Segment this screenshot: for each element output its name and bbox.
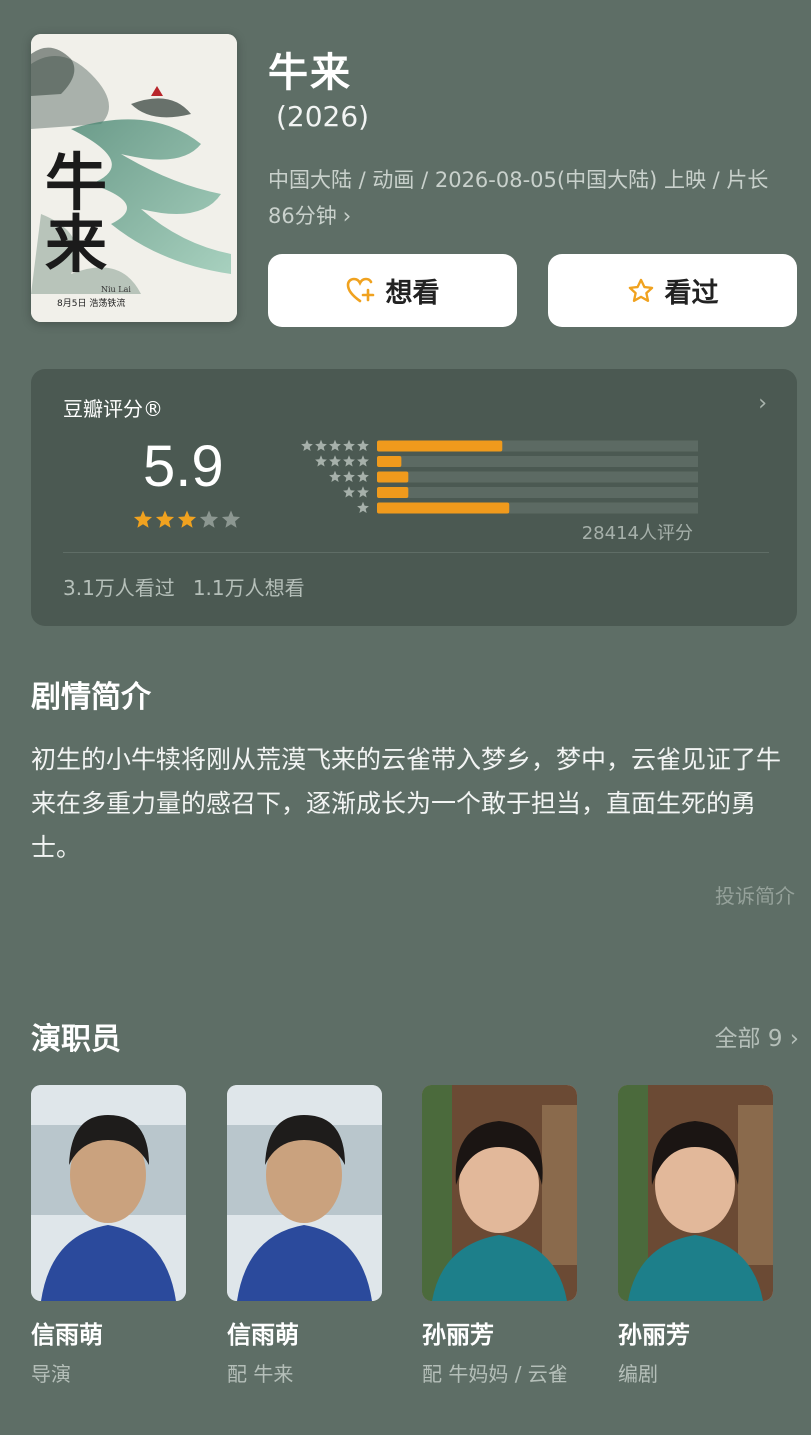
star-filled-icon — [177, 510, 197, 528]
distribution-bar-2-star — [377, 487, 409, 498]
star-small-icon — [357, 439, 369, 452]
cast-role: 配 牛来 — [227, 1362, 294, 1386]
movie-year: (2026) — [276, 100, 370, 133]
cast-name: 孙丽芳 — [618, 1321, 690, 1349]
distribution-bar-3-star — [377, 471, 409, 483]
wanted-count: 1.1万人想看 — [192, 576, 305, 600]
star-small-icon — [357, 470, 369, 483]
distribution-bar-5-star — [377, 440, 503, 452]
cast-role: 配 牛妈妈 / 云雀 — [422, 1362, 568, 1386]
avatar — [618, 1085, 773, 1301]
synopsis-text: 初生的小牛犊将刚从荒漠飞来的云雀带入梦乡，梦中，云雀见证了牛来在多重力量的感召下… — [31, 745, 782, 862]
all-cast-link[interactable]: 全部 9 › — [715, 1019, 799, 1053]
report-synopsis-link[interactable]: 投诉简介 — [715, 880, 795, 909]
avatar — [227, 1085, 382, 1301]
star-small-icon — [357, 455, 369, 467]
cast-member[interactable]: 信雨萌 配 牛来 — [227, 1085, 382, 1387]
seen-label: 看过 — [664, 278, 719, 309]
rating-count: 28414人评分 — [581, 523, 693, 544]
chevron-right-icon: › — [789, 1026, 799, 1052]
want-to-watch-button[interactable]: 想看 — [268, 254, 517, 327]
star-small-icon — [343, 455, 355, 467]
star-small-icon — [315, 439, 327, 452]
cast-photo — [422, 1085, 577, 1301]
movie-poster[interactable]: 牛来 Niu Lai 8月5日 浩荡铁流 — [31, 34, 237, 322]
star-small-icon — [329, 455, 341, 467]
distribution-track — [377, 487, 698, 498]
chevron-right-icon: › — [758, 391, 767, 416]
want-label: 想看 — [385, 278, 440, 309]
movie-title: 牛来 — [268, 50, 352, 96]
star-filled-icon — [133, 510, 153, 528]
distribution-bar-1-star — [377, 502, 510, 514]
star-small-icon — [343, 470, 355, 483]
heart-plus-icon — [346, 277, 374, 302]
cast-role: 导演 — [31, 1362, 71, 1386]
star-empty-icon — [221, 510, 241, 528]
all-cast-label: 全部 9 — [714, 1026, 783, 1052]
star-small-icon — [357, 486, 369, 498]
avatar — [31, 1085, 186, 1301]
cast-name: 信雨萌 — [227, 1321, 299, 1349]
cast-name: 信雨萌 — [31, 1321, 103, 1349]
star-small-icon — [315, 455, 327, 467]
poster-image: 牛来 Niu Lai 8月5日 浩荡铁流 — [31, 34, 237, 322]
star-small-icon — [329, 439, 341, 452]
star-outline-icon — [628, 278, 653, 302]
svg-text:8月5日 浩荡铁流: 8月5日 浩荡铁流 — [57, 297, 125, 309]
star-small-icon — [301, 439, 313, 452]
cast-member[interactable]: 孙丽芳 编剧 — [618, 1085, 773, 1387]
synopsis-heading: 剧情简介 — [31, 680, 151, 715]
cast-heading: 演职员 — [31, 1022, 121, 1057]
distribution-track — [377, 456, 698, 467]
distribution-bar-4-star — [377, 456, 402, 467]
star-small-icon — [343, 439, 355, 452]
star-small-icon — [343, 486, 355, 498]
distribution-track — [377, 471, 698, 483]
svg-text:Niu Lai: Niu Lai — [101, 285, 131, 294]
star-empty-icon — [199, 510, 219, 528]
cast-photo — [227, 1085, 382, 1301]
cast-member[interactable]: 信雨萌 导演 — [31, 1085, 186, 1387]
divider — [63, 552, 769, 553]
cast-name: 孙丽芳 — [422, 1321, 494, 1349]
movie-meta[interactable]: 中国大陆 / 动画 / 2026-08-05(中国大陆) 上映 / 片长86分钟… — [268, 162, 788, 234]
avatar — [422, 1085, 577, 1301]
rating-stars — [133, 510, 241, 528]
cast-member[interactable]: 孙丽芳 配 牛妈妈 / 云雀 — [422, 1085, 577, 1387]
cast-photo — [618, 1085, 773, 1301]
rating-label: 豆瓣评分® — [63, 397, 163, 421]
rating-stats: 3.1万人看过 1.1万人想看 — [63, 572, 305, 601]
cast-role: 编剧 — [618, 1362, 658, 1386]
poster-title-text: 牛来 — [45, 146, 107, 281]
star-small-icon — [357, 501, 369, 514]
rating-card[interactable]: 豆瓣评分® › 5.9 28414人评分 3.1万人看过 1.1万人想看 — [31, 369, 797, 626]
chevron-right-icon: › — [342, 204, 352, 228]
rating-score: 5.9 — [143, 434, 224, 499]
watched-count: 3.1万人看过 — [63, 576, 175, 600]
star-small-icon — [329, 470, 341, 483]
rating-distribution — [301, 439, 698, 514]
watched-button[interactable]: 看过 — [548, 254, 797, 327]
cast-photo — [31, 1085, 186, 1301]
star-filled-icon — [155, 510, 175, 528]
